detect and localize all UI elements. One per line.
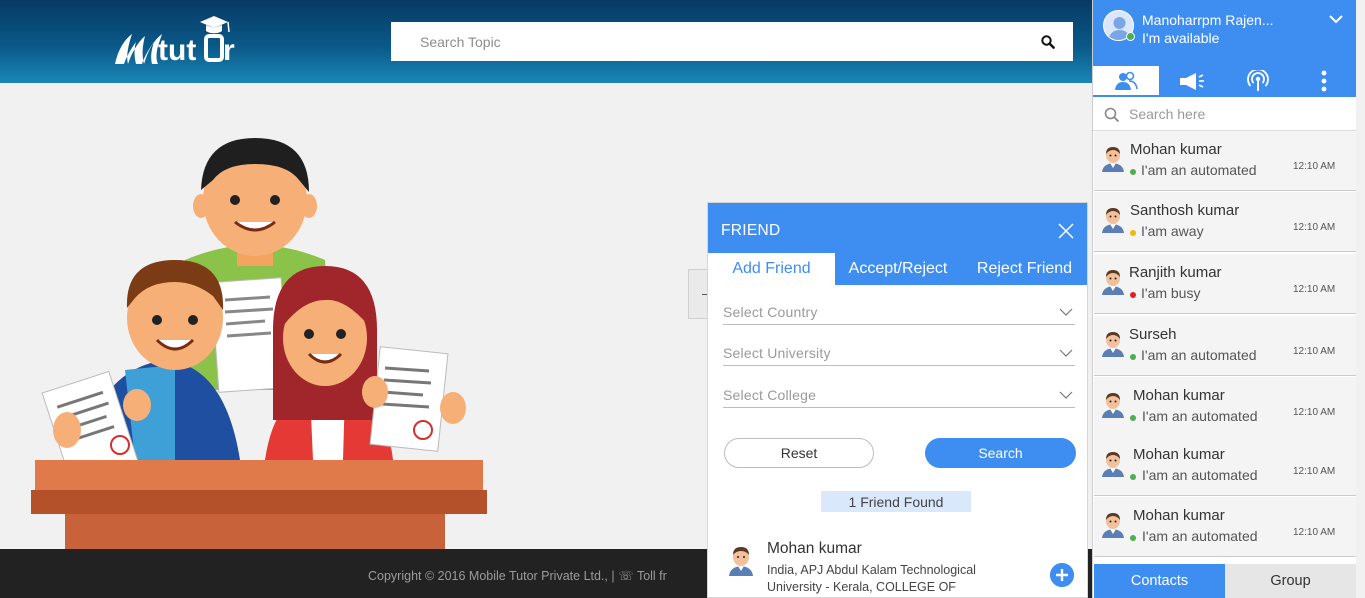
contact-row[interactable]: Mohan kumar I'am an automated 12:10 AM bbox=[1094, 377, 1356, 437]
contact-search bbox=[1093, 97, 1356, 131]
tab-bottom-group[interactable]: Group bbox=[1225, 564, 1356, 598]
contact-time: 12:10 AM bbox=[1293, 284, 1336, 295]
contacts-icon bbox=[1115, 71, 1138, 90]
contact-name: Mohan kumar bbox=[1133, 446, 1225, 463]
close-icon[interactable] bbox=[1057, 222, 1075, 240]
reset-button[interactable]: Reset bbox=[724, 438, 874, 468]
avatar bbox=[1100, 144, 1126, 172]
contact-name: Mohan kumar bbox=[1133, 387, 1225, 404]
college-select[interactable]: Select College bbox=[723, 381, 1075, 408]
contact-search-input[interactable] bbox=[1129, 104, 1344, 124]
chevron-down-icon bbox=[1059, 349, 1073, 357]
tab-broadcast[interactable] bbox=[1225, 66, 1291, 95]
university-select[interactable]: Select University bbox=[723, 339, 1075, 366]
status-dot bbox=[1130, 415, 1136, 421]
avatar bbox=[729, 547, 753, 576]
avatar bbox=[1100, 267, 1126, 295]
contact-row[interactable]: Mohan kumar I'am an automated 12:10 AM bbox=[1094, 497, 1356, 557]
contact-name: Santhosh kumar bbox=[1130, 202, 1240, 219]
avatar bbox=[1100, 510, 1126, 538]
result-name[interactable]: Mohan kumar bbox=[767, 540, 862, 558]
contact-status: I'am busy bbox=[1141, 285, 1201, 301]
chat-header: Manoharrpm Rajen... I'm available bbox=[1093, 0, 1356, 97]
status-dot bbox=[1130, 354, 1136, 360]
results-count-badge: 1 Friend Found bbox=[821, 491, 971, 512]
user-name: Manoharrpm Rajen... bbox=[1142, 12, 1274, 28]
contact-time: 12:10 AM bbox=[1293, 346, 1336, 357]
more-icon bbox=[1321, 70, 1327, 91]
avatar bbox=[1100, 329, 1126, 357]
contact-name: Mohan kumar bbox=[1133, 507, 1225, 524]
status-dot bbox=[1130, 292, 1136, 298]
chat-panel: Manoharrpm Rajen... I'm available Search… bbox=[1092, 0, 1356, 598]
chevron-down-icon bbox=[1059, 308, 1073, 316]
svg-text:r: r bbox=[223, 34, 235, 67]
tab-add-friend[interactable]: Add Friend bbox=[708, 253, 835, 285]
contact-row[interactable]: Surseh I'am an automated 12:10 AM bbox=[1094, 316, 1356, 376]
tab-announcements[interactable] bbox=[1159, 66, 1225, 95]
broadcast-icon bbox=[1247, 69, 1269, 91]
avatar bbox=[1100, 390, 1126, 418]
contact-status: I'am an automated bbox=[1141, 347, 1257, 363]
user-status: I'm available bbox=[1142, 30, 1220, 46]
contact-status: I'am an automated bbox=[1141, 162, 1257, 178]
contact-time: 12:10 AM bbox=[1293, 407, 1336, 418]
topic-search-bar bbox=[391, 22, 1073, 61]
result-detail: India, APJ Abdul Kalam Technological Uni… bbox=[767, 563, 976, 594]
contact-name: Ranjith kumar bbox=[1129, 264, 1222, 281]
dialog-title: FRIEND bbox=[721, 222, 781, 239]
online-status-dot bbox=[1126, 32, 1135, 41]
status-dot bbox=[1130, 230, 1136, 236]
add-friend-icon[interactable] bbox=[1050, 563, 1074, 587]
contact-time: 12:10 AM bbox=[1293, 161, 1336, 172]
contact-status: I'am away bbox=[1141, 223, 1204, 239]
scrollbar-gutter bbox=[1356, 0, 1365, 598]
tab-accept-reject[interactable]: Accept/Reject bbox=[835, 253, 961, 285]
college-select-label: Select College bbox=[723, 387, 817, 403]
status-dot bbox=[1130, 474, 1136, 480]
tab-reject-friend[interactable]: Reject Friend bbox=[961, 253, 1087, 285]
contact-time: 12:10 AM bbox=[1293, 222, 1336, 233]
contact-status: I'am an automated bbox=[1142, 528, 1258, 544]
search-icon[interactable] bbox=[1023, 22, 1073, 61]
status-dot bbox=[1130, 535, 1136, 541]
friend-dialog: FRIEND Add Friend Accept/Reject Reject F… bbox=[707, 202, 1088, 598]
avatar bbox=[1100, 449, 1126, 477]
search-button[interactable]: Search bbox=[925, 438, 1076, 468]
contact-row[interactable]: Mohan kumar I'am an automated 12:10 AM bbox=[1094, 131, 1356, 191]
students-illustration bbox=[31, 138, 487, 550]
dialog-header: FRIEND Add Friend Accept/Reject Reject F… bbox=[708, 203, 1087, 285]
contact-row[interactable]: Santhosh kumar I'am away 12:10 AM bbox=[1094, 192, 1356, 252]
contact-time: 12:10 AM bbox=[1293, 466, 1336, 477]
contact-row[interactable]: Ranjith kumar I'am busy 12:10 AM bbox=[1094, 254, 1356, 314]
tab-bottom-contacts[interactable]: Contacts bbox=[1094, 564, 1225, 598]
contact-name: Surseh bbox=[1129, 326, 1177, 343]
contact-time: 12:10 AM bbox=[1293, 527, 1336, 538]
tab-contacts[interactable] bbox=[1093, 66, 1159, 95]
contact-row[interactable]: Mohan kumar I'am an automated 12:10 AM bbox=[1094, 436, 1356, 496]
country-select[interactable]: Select Country bbox=[723, 298, 1075, 325]
country-select-label: Select Country bbox=[723, 304, 818, 320]
chevron-down-icon[interactable] bbox=[1329, 15, 1343, 24]
tab-more[interactable] bbox=[1291, 66, 1357, 95]
contact-status: I'am an automated bbox=[1142, 408, 1258, 424]
university-select-label: Select University bbox=[723, 345, 831, 361]
mtutor-logo[interactable]: tut r bbox=[112, 12, 247, 74]
chevron-down-icon bbox=[1059, 391, 1073, 399]
contact-status: I'am an automated bbox=[1142, 467, 1258, 483]
topic-search-input[interactable] bbox=[391, 22, 1023, 61]
megaphone-icon bbox=[1180, 72, 1204, 90]
search-icon bbox=[1104, 107, 1120, 123]
footer-copyright: Copyright © 2016 Mobile Tutor Private Lt… bbox=[368, 569, 667, 583]
site-header: tut r bbox=[0, 0, 1092, 83]
avatar bbox=[1100, 205, 1126, 233]
contact-name: Mohan kumar bbox=[1130, 141, 1222, 158]
status-dot bbox=[1130, 169, 1136, 175]
svg-text:tut: tut bbox=[158, 34, 196, 67]
